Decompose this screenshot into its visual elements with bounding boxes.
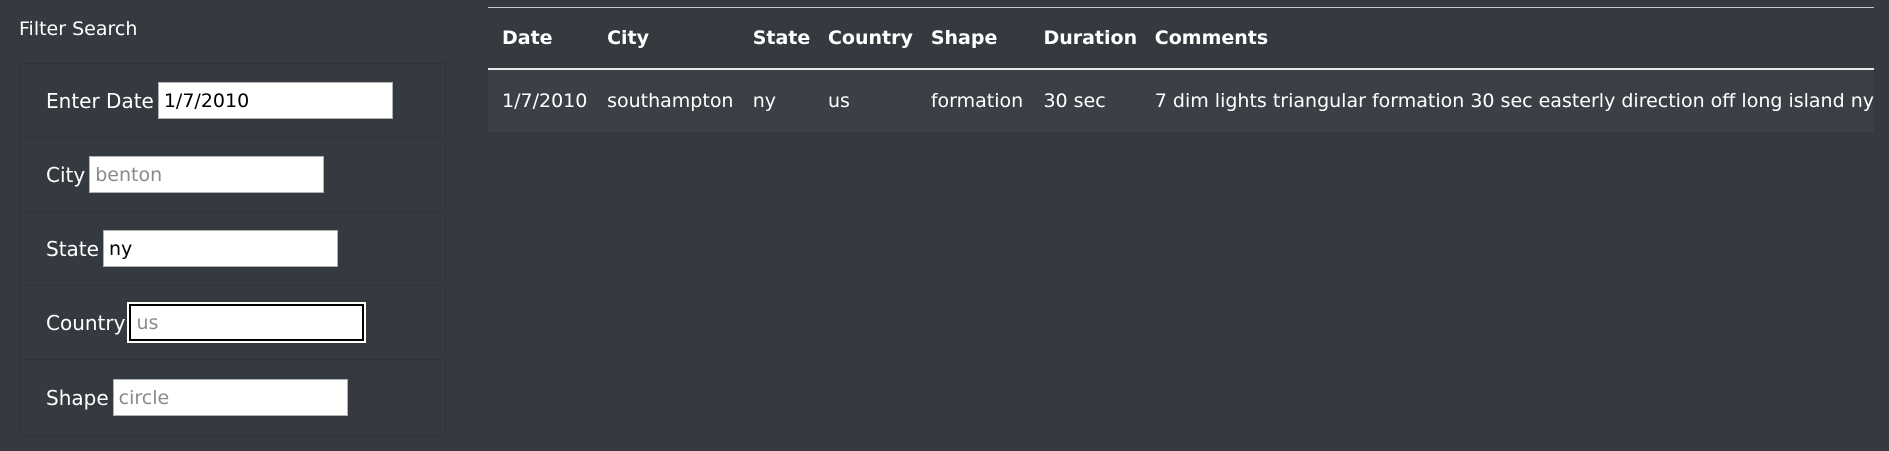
column-header-date: Date xyxy=(488,7,594,70)
cell-city: southampton xyxy=(593,69,739,132)
state-input[interactable] xyxy=(102,230,338,267)
cell-date: 1/7/2010 xyxy=(488,69,594,132)
filter-item-country: Country xyxy=(20,286,445,360)
column-header-country: Country xyxy=(813,7,917,70)
column-header-city: City xyxy=(593,7,739,70)
table-header-row: Date City State Country Shape Duration C… xyxy=(488,7,1874,70)
filter-item-state: State xyxy=(20,212,445,286)
cell-comments: 7 dim lights triangular formation 30 sec… xyxy=(1140,69,1874,132)
column-header-duration: Duration xyxy=(1029,7,1141,70)
date-label: Enter Date xyxy=(46,88,154,113)
cell-state: ny xyxy=(738,69,814,132)
column-header-comments: Comments xyxy=(1140,7,1874,70)
filter-item-date: Enter Date xyxy=(20,64,445,138)
page: Filter Search Enter Date City State Coun… xyxy=(0,0,1889,451)
cell-country: us xyxy=(813,69,917,132)
city-label: City xyxy=(46,162,86,187)
column-header-shape: Shape xyxy=(916,7,1030,70)
country-label: Country xyxy=(46,310,126,335)
cell-duration: 30 sec xyxy=(1029,69,1141,132)
filter-search-title: Filter Search xyxy=(19,18,138,40)
state-label: State xyxy=(46,236,99,261)
shape-label: Shape xyxy=(46,385,109,410)
filter-list: Enter Date City State Country Shape xyxy=(19,63,446,436)
results-table-wrap: Date City State Country Shape Duration C… xyxy=(488,7,1874,132)
filter-item-shape: Shape xyxy=(20,360,445,435)
city-input[interactable] xyxy=(89,156,325,193)
country-input[interactable] xyxy=(129,304,365,341)
table-row: 1/7/2010 southampton ny us formation 30 … xyxy=(488,69,1874,132)
filter-item-city: City xyxy=(20,138,445,212)
column-header-state: State xyxy=(738,7,814,70)
date-input[interactable] xyxy=(157,82,393,119)
cell-shape: formation xyxy=(916,69,1030,132)
results-table: Date City State Country Shape Duration C… xyxy=(488,7,1874,132)
shape-input[interactable] xyxy=(112,379,348,416)
